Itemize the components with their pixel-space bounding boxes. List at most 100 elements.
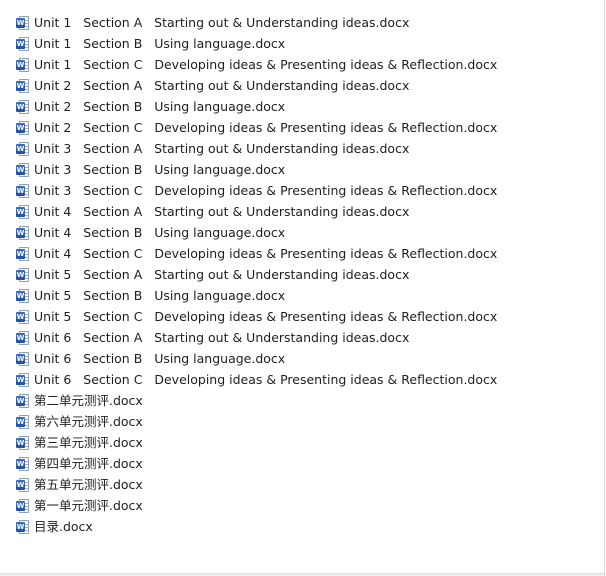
- word-document-icon: W: [16, 204, 29, 219]
- word-badge: W: [16, 416, 25, 427]
- word-document-icon: W: [16, 519, 29, 534]
- file-name-label: Unit 2 Section B Using language.docx: [34, 99, 286, 114]
- word-document-icon: W: [16, 477, 29, 492]
- file-list-item[interactable]: W Unit 6 Section B Using language.docx: [16, 348, 497, 369]
- word-badge: W: [16, 500, 25, 511]
- word-badge: W: [16, 479, 25, 490]
- word-document-icon: W: [16, 288, 29, 303]
- word-document-icon: W: [16, 225, 29, 240]
- file-name-label: 目录.docx: [34, 519, 93, 534]
- file-name-label: 第一单元测评.docx: [34, 498, 143, 513]
- word-document-icon: W: [16, 267, 29, 282]
- file-name-label: Unit 5 Section A Starting out & Understa…: [34, 267, 410, 282]
- word-document-icon: W: [16, 456, 29, 471]
- word-document-icon: W: [16, 57, 29, 72]
- word-document-icon: W: [16, 36, 29, 51]
- word-badge: W: [16, 164, 25, 175]
- file-list-item[interactable]: W Unit 5 Section A Starting out & Underst…: [16, 264, 497, 285]
- word-badge: W: [16, 332, 25, 343]
- word-badge: W: [16, 185, 25, 196]
- word-badge: W: [16, 227, 25, 238]
- file-list-item[interactable]: W Unit 5 Section B Using language.docx: [16, 285, 497, 306]
- file-name-label: Unit 6 Section B Using language.docx: [34, 351, 286, 366]
- file-name-label: Unit 6 Section A Starting out & Understa…: [34, 330, 410, 345]
- file-name-label: 第五单元测评.docx: [34, 477, 143, 492]
- file-name-label: 第二单元测评.docx: [34, 393, 143, 408]
- file-name-label: Unit 4 Section A Starting out & Understa…: [34, 204, 410, 219]
- word-badge: W: [16, 521, 25, 532]
- word-badge: W: [16, 290, 25, 301]
- file-name-label: Unit 1 Section B Using language.docx: [34, 36, 286, 51]
- file-name-label: Unit 5 Section C Developing ideas & Pres…: [34, 309, 498, 324]
- word-document-icon: W: [16, 393, 29, 408]
- file-name-label: Unit 6 Section C Developing ideas & Pres…: [34, 372, 498, 387]
- file-list-item[interactable]: W Unit 6 Section C Developing ideas & Pre…: [16, 369, 497, 390]
- word-badge: W: [16, 458, 25, 469]
- file-name-label: Unit 1 Section A Starting out & Understa…: [34, 15, 410, 30]
- word-document-icon: W: [16, 99, 29, 114]
- file-list-item[interactable]: W 第六单元测评.docx: [16, 411, 497, 432]
- file-name-label: Unit 4 Section C Developing ideas & Pres…: [34, 246, 498, 261]
- word-document-icon: W: [16, 435, 29, 450]
- word-badge: W: [16, 374, 25, 385]
- word-badge: W: [16, 353, 25, 364]
- file-list-item[interactable]: W Unit 1 Section B Using language.docx: [16, 33, 497, 54]
- word-document-icon: W: [16, 309, 29, 324]
- word-document-icon: W: [16, 15, 29, 30]
- word-document-icon: W: [16, 183, 29, 198]
- word-badge: W: [16, 38, 25, 49]
- word-document-icon: W: [16, 246, 29, 261]
- file-list-item[interactable]: W 目录.docx: [16, 516, 497, 537]
- word-document-icon: W: [16, 78, 29, 93]
- file-name-label: Unit 4 Section B Using language.docx: [34, 225, 286, 240]
- file-explorer-pane: W Unit 1 Section A Starting out & Underst…: [0, 0, 605, 576]
- file-name-label: 第四单元测评.docx: [34, 456, 143, 471]
- file-name-label: Unit 1 Section C Developing ideas & Pres…: [34, 57, 498, 72]
- file-name-label: 第三单元测评.docx: [34, 435, 143, 450]
- word-document-icon: W: [16, 141, 29, 156]
- word-document-icon: W: [16, 414, 29, 429]
- file-list-item[interactable]: W Unit 3 Section B Using language.docx: [16, 159, 497, 180]
- word-badge: W: [16, 122, 25, 133]
- word-badge: W: [16, 59, 25, 70]
- file-list-item[interactable]: W Unit 4 Section B Using language.docx: [16, 222, 497, 243]
- word-badge: W: [16, 395, 25, 406]
- file-list-item[interactable]: W Unit 1 Section A Starting out & Underst…: [16, 12, 497, 33]
- file-name-label: Unit 5 Section B Using language.docx: [34, 288, 286, 303]
- word-badge: W: [16, 101, 25, 112]
- file-list-item[interactable]: W Unit 4 Section A Starting out & Underst…: [16, 201, 497, 222]
- file-list-item[interactable]: W 第三单元测评.docx: [16, 432, 497, 453]
- file-name-label: Unit 2 Section C Developing ideas & Pres…: [34, 120, 498, 135]
- file-list-item[interactable]: W Unit 2 Section B Using language.docx: [16, 96, 497, 117]
- file-list-item[interactable]: W Unit 4 Section C Developing ideas & Pre…: [16, 243, 497, 264]
- file-list-item[interactable]: W Unit 3 Section A Starting out & Underst…: [16, 138, 497, 159]
- word-badge: W: [16, 206, 25, 217]
- word-document-icon: W: [16, 120, 29, 135]
- file-list-item[interactable]: W 第一单元测评.docx: [16, 495, 497, 516]
- file-list-item[interactable]: W 第二单元测评.docx: [16, 390, 497, 411]
- file-name-label: Unit 3 Section A Starting out & Understa…: [34, 141, 410, 156]
- word-badge: W: [16, 437, 25, 448]
- word-badge: W: [16, 80, 25, 91]
- file-list-item[interactable]: W Unit 6 Section A Starting out & Underst…: [16, 327, 497, 348]
- word-document-icon: W: [16, 162, 29, 177]
- word-badge: W: [16, 17, 25, 28]
- word-document-icon: W: [16, 330, 29, 345]
- file-list-item[interactable]: W Unit 3 Section C Developing ideas & Pre…: [16, 180, 497, 201]
- word-badge: W: [16, 311, 25, 322]
- word-badge: W: [16, 248, 25, 259]
- file-name-label: Unit 3 Section C Developing ideas & Pres…: [34, 183, 498, 198]
- file-list-item[interactable]: W 第四单元测评.docx: [16, 453, 497, 474]
- word-badge: W: [16, 269, 25, 280]
- file-name-label: 第六单元测评.docx: [34, 414, 143, 429]
- file-list-item[interactable]: W Unit 2 Section C Developing ideas & Pre…: [16, 117, 497, 138]
- file-list-item[interactable]: W Unit 2 Section A Starting out & Underst…: [16, 75, 497, 96]
- file-name-label: Unit 2 Section A Starting out & Understa…: [34, 78, 410, 93]
- file-list-item[interactable]: W Unit 1 Section C Developing ideas & Pre…: [16, 54, 497, 75]
- word-document-icon: W: [16, 498, 29, 513]
- word-badge: W: [16, 143, 25, 154]
- file-list: W Unit 1 Section A Starting out & Underst…: [16, 12, 497, 537]
- file-name-label: Unit 3 Section B Using language.docx: [34, 162, 286, 177]
- file-list-item[interactable]: W 第五单元测评.docx: [16, 474, 497, 495]
- file-list-item[interactable]: W Unit 5 Section C Developing ideas & Pre…: [16, 306, 497, 327]
